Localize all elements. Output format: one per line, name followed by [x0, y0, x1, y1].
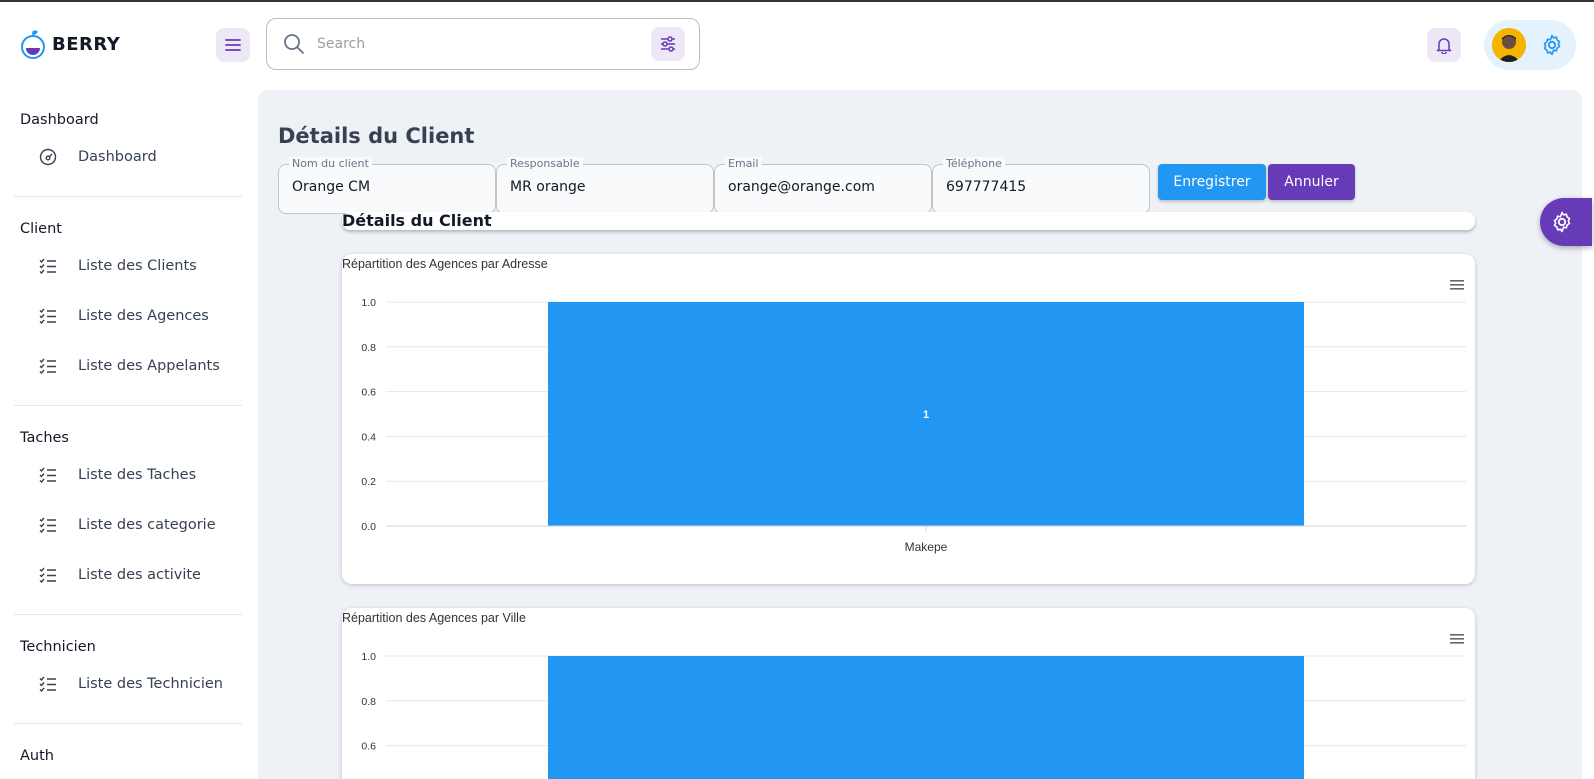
bar[interactable] [548, 656, 1304, 779]
notifications-button[interactable] [1427, 28, 1461, 62]
sidebar: Dashboard Dashboard Client Liste des Cli… [14, 88, 242, 779]
bar-chart: Répartition des Agences par Adresse 0.0 0.… [342, 257, 1466, 554]
nav-group-title: Dashboard [20, 112, 99, 128]
divider [14, 405, 242, 406]
sidebar-item-technicien[interactable]: Liste des Technicien [14, 659, 242, 709]
sidebar-item-label: Liste des activite [78, 567, 201, 583]
nav-group-client: Client Liste des Clients Liste des Agenc… [14, 217, 242, 406]
search-filter-button[interactable] [651, 27, 685, 61]
sidebar-item-appelants[interactable]: Liste des Appelants [14, 341, 242, 391]
chart-card-adresse: Répartition des Agences par Adresse 0.0 0.… [342, 254, 1475, 584]
chart-menu-icon[interactable] [1450, 634, 1464, 644]
y-tick-label: 1.0 [361, 651, 376, 663]
user-avatar-icon [1492, 28, 1526, 62]
sidebar-item-label: Liste des Clients [78, 258, 197, 274]
nav-group-title: Client [20, 221, 62, 237]
list-check-icon [38, 674, 58, 694]
sidebar-item-categorie[interactable]: Liste des categorie [14, 500, 242, 550]
app-header: BERRY [0, 2, 1594, 88]
responsable-label: Responsable [507, 157, 583, 170]
page-title: Détails du Client [278, 124, 475, 148]
section-title: Détails du Client [342, 211, 492, 230]
sidebar-item-label: Liste des Technicien [78, 676, 223, 692]
sidebar-item-label: Liste des categorie [78, 517, 216, 533]
list-check-icon [38, 515, 58, 535]
hamburger-icon [225, 39, 241, 51]
main-content: Détails du Client Nom du client Responsa… [258, 90, 1582, 779]
divider [14, 614, 242, 615]
nav-group-auth: Auth [14, 744, 242, 768]
cancel-button[interactable]: Annuler [1268, 164, 1355, 200]
responsable-input[interactable] [510, 179, 700, 195]
search-icon [284, 34, 304, 54]
sidebar-item-activite[interactable]: Liste des activite [14, 550, 242, 600]
sidebar-item-label: Liste des Appelants [78, 358, 220, 374]
telephone-field: Téléphone [932, 157, 1150, 214]
dashboard-icon [38, 147, 58, 167]
client-name-input[interactable] [292, 179, 482, 195]
client-name-label: Nom du client [289, 157, 372, 170]
menu-toggle-button[interactable] [216, 28, 250, 62]
customize-settings-button[interactable] [1540, 198, 1592, 246]
search-box [266, 18, 700, 70]
nav-group-dashboard: Dashboard Dashboard [14, 108, 242, 197]
chart-title: Répartition des Agences par Adresse [342, 257, 548, 271]
save-button[interactable]: Enregistrer [1158, 164, 1266, 200]
y-tick-label: 1.0 [361, 297, 376, 309]
profile-menu-button[interactable] [1484, 20, 1576, 70]
list-check-icon [38, 356, 58, 376]
y-tick-label: 0.6 [361, 741, 376, 753]
list-check-icon [38, 465, 58, 485]
sliders-icon [661, 36, 675, 52]
nav-group-taches: Taches Liste des Taches Liste des catego… [14, 426, 242, 615]
divider [14, 196, 242, 197]
telephone-label: Téléphone [943, 157, 1005, 170]
nav-group-title: Technicien [20, 639, 96, 655]
x-category-label: Makepe [905, 540, 948, 554]
responsable-field: Responsable [496, 157, 714, 214]
client-name-field: Nom du client [278, 157, 496, 214]
search-input[interactable] [317, 31, 637, 57]
sidebar-item-label: Liste des Agences [78, 308, 209, 324]
details-card [342, 212, 1475, 230]
y-tick-label: 0.8 [361, 696, 376, 708]
nav-group-title: Auth [20, 748, 54, 764]
email-label: Email [725, 157, 762, 170]
data-label: 1 [923, 409, 929, 421]
email-input[interactable] [728, 179, 918, 195]
settings-gear-icon [1553, 211, 1571, 233]
chart-title: Répartition des Agences par Ville [342, 611, 526, 625]
nav-group-title: Taches [20, 430, 69, 446]
email-field: Email [714, 157, 932, 214]
y-tick-label: 0.6 [361, 387, 376, 399]
divider [14, 723, 242, 724]
sidebar-item-agences[interactable]: Liste des Agences [14, 291, 242, 341]
y-tick-label: 0.2 [361, 476, 376, 488]
avatar [1492, 28, 1526, 62]
brand-logo[interactable]: BERRY [20, 28, 120, 60]
bell-icon [1436, 38, 1452, 54]
telephone-input[interactable] [946, 179, 1136, 195]
berry-logo-icon [21, 30, 45, 59]
bar-chart: Répartition des Agences par Ville 0.6 0.8 1… [342, 611, 1466, 779]
list-check-icon [38, 256, 58, 276]
chart-card-ville: Répartition des Agences par Ville 0.6 0.8 1… [342, 608, 1475, 779]
chart-menu-icon[interactable] [1450, 280, 1464, 290]
settings-gear-icon [1543, 34, 1561, 56]
sidebar-item-dashboard[interactable]: Dashboard [14, 132, 242, 182]
list-check-icon [38, 306, 58, 326]
sidebar-item-taches[interactable]: Liste des Taches [14, 450, 242, 500]
list-check-icon [38, 565, 58, 585]
brand-name: BERRY [52, 33, 121, 55]
sidebar-item-label: Liste des Taches [78, 467, 197, 483]
y-tick-label: 0.0 [361, 521, 376, 533]
nav-group-technicien: Technicien Liste des Technicien [14, 635, 242, 724]
y-tick-label: 0.4 [361, 431, 376, 443]
sidebar-item-label: Dashboard [78, 149, 157, 165]
y-tick-label: 0.8 [361, 342, 376, 354]
sidebar-item-clients[interactable]: Liste des Clients [14, 241, 242, 291]
